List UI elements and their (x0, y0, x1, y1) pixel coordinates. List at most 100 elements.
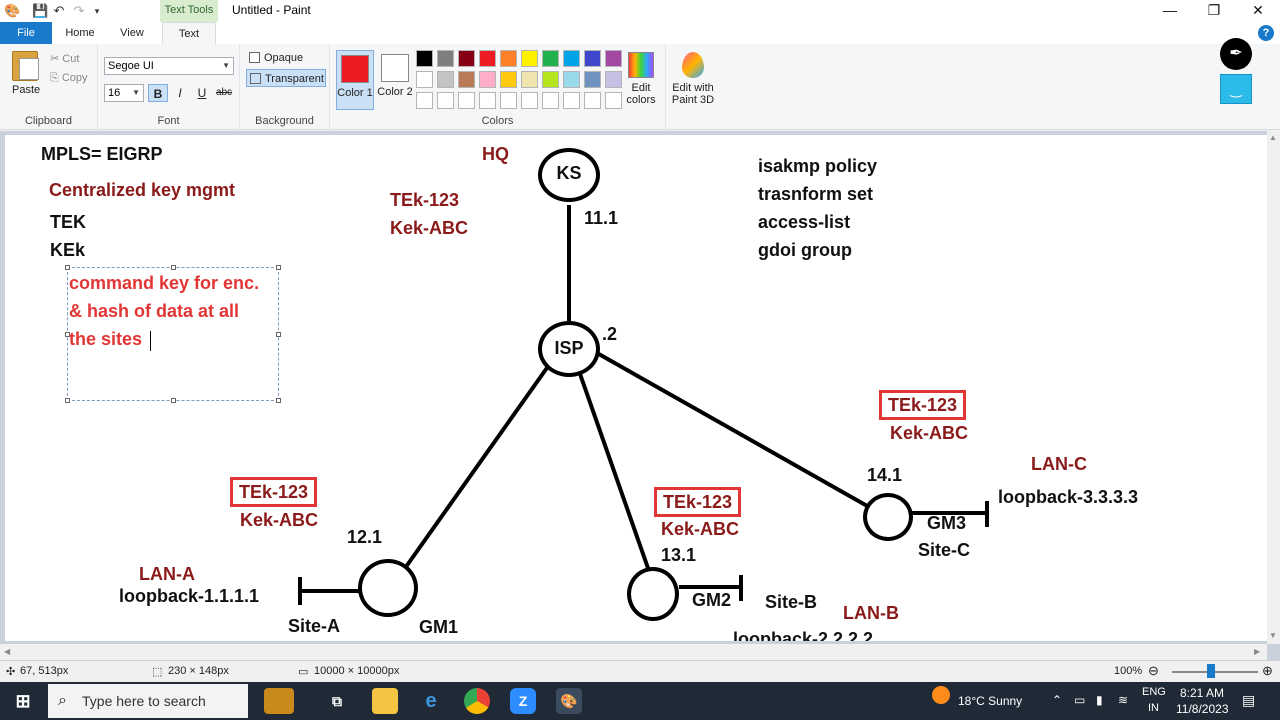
palette-color-swatch[interactable] (500, 50, 517, 67)
show-hidden-icons-icon[interactable]: ⌃ (1052, 693, 1062, 707)
overlay-app-icon[interactable]: ‿ (1220, 74, 1252, 104)
palette-color-swatch[interactable] (479, 92, 496, 109)
tab-text[interactable]: Text (162, 22, 216, 44)
weather-icon[interactable] (932, 686, 950, 704)
briefcase-icon[interactable] (264, 688, 294, 714)
scroll-up-icon[interactable]: ▲ (1269, 133, 1277, 142)
color1-button[interactable]: Color 1 (336, 50, 374, 110)
opaque-button[interactable]: Opaque (246, 49, 326, 67)
resize-handle[interactable] (171, 398, 176, 403)
horizontal-scrollbar[interactable]: ◀ ▶ (0, 644, 1267, 660)
zoom-app-icon[interactable]: Z (510, 688, 536, 714)
zoom-slider-thumb[interactable] (1207, 664, 1215, 678)
cut-button[interactable]: ✂ Cut (50, 52, 79, 65)
palette-color-swatch[interactable] (605, 71, 622, 88)
wifi-icon[interactable]: ≋ (1118, 693, 1128, 707)
drawing-canvas[interactable]: MPLS= EIGRP Centralized key mgmt TEK KEk… (5, 135, 1267, 641)
note-line-3[interactable]: the sites (69, 329, 142, 350)
palette-color-swatch[interactable] (416, 92, 433, 109)
customize-toolbar-icon[interactable]: ▾ (90, 4, 104, 18)
copy-button[interactable]: ⎘ Copy (50, 72, 88, 85)
paste-icon[interactable] (12, 51, 39, 81)
file-explorer-icon[interactable] (372, 688, 398, 714)
resize-handle[interactable] (171, 265, 176, 270)
palette-color-swatch[interactable] (563, 71, 580, 88)
chrome-icon[interactable] (464, 688, 490, 714)
network-icon[interactable]: ▭ (1074, 693, 1085, 707)
close-button[interactable]: ✕ (1236, 0, 1280, 22)
undo-icon[interactable]: ↶ (52, 4, 66, 18)
clock-date[interactable]: 11/8/2023 (1176, 702, 1229, 716)
palette-color-swatch[interactable] (542, 71, 559, 88)
palette-color-swatch[interactable] (458, 50, 475, 67)
paint-taskbar-icon[interactable]: 🎨 (556, 688, 582, 714)
palette-color-swatch[interactable] (584, 71, 601, 88)
taskbar-search-input[interactable]: ⌕ Type here to search (48, 684, 248, 718)
palette-color-swatch[interactable] (605, 50, 622, 67)
paste-button[interactable]: Paste (12, 84, 40, 96)
palette-color-swatch[interactable] (500, 92, 517, 109)
font-family-select[interactable]: Segoe UI ▼ (104, 57, 234, 75)
task-view-icon[interactable]: ⧉ (324, 688, 350, 714)
palette-color-swatch[interactable] (584, 50, 601, 67)
restore-button[interactable]: ❐ (1192, 0, 1236, 22)
palette-color-swatch[interactable] (542, 92, 559, 109)
note-line-2[interactable]: & hash of data at all (69, 301, 239, 322)
scroll-left-icon[interactable]: ◀ (4, 647, 10, 656)
zoom-out-icon[interactable]: ⊖ (1148, 663, 1159, 679)
bold-button[interactable]: B (148, 84, 168, 102)
edit-colors-button[interactable]: Edit colors (624, 50, 658, 106)
redo-icon[interactable]: ↷ (72, 4, 86, 18)
palette-color-swatch[interactable] (521, 50, 538, 67)
edge-icon[interactable]: e (418, 688, 444, 714)
palette-color-swatch[interactable] (563, 50, 580, 67)
help-icon[interactable]: ? (1258, 25, 1274, 41)
resize-handle[interactable] (65, 398, 70, 403)
color2-button[interactable]: Color 2 (376, 50, 414, 110)
windows-start-icon[interactable]: ⊞ (10, 688, 36, 714)
pen-tool-icon[interactable]: ✒ (1220, 38, 1252, 70)
tab-file[interactable]: File (0, 22, 52, 44)
palette-color-swatch[interactable] (563, 92, 580, 109)
palette-color-swatch[interactable] (521, 71, 538, 88)
zoom-in-icon[interactable]: ⊕ (1262, 663, 1273, 679)
palette-color-swatch[interactable] (458, 92, 475, 109)
transparent-button[interactable]: Transparent (246, 69, 326, 87)
palette-color-swatch[interactable] (479, 71, 496, 88)
palette-color-swatch[interactable] (437, 71, 454, 88)
edit-with-paint3d-button[interactable]: Edit with Paint 3D (670, 50, 716, 106)
scroll-right-icon[interactable]: ▶ (1254, 647, 1260, 656)
palette-color-swatch[interactable] (416, 71, 433, 88)
tab-home[interactable]: Home (58, 22, 102, 44)
palette-color-swatch[interactable] (458, 71, 475, 88)
strikethrough-button[interactable]: abc (214, 84, 234, 102)
resize-handle[interactable] (276, 332, 281, 337)
clock-time[interactable]: 8:21 AM (1180, 686, 1224, 700)
language-secondary[interactable]: IN (1148, 702, 1159, 714)
battery-icon[interactable]: ▮ (1096, 693, 1103, 707)
resize-handle[interactable] (276, 265, 281, 270)
palette-color-swatch[interactable] (416, 50, 433, 67)
note-line-1[interactable]: command key for enc. (69, 273, 259, 294)
palette-color-swatch[interactable] (500, 71, 517, 88)
language-primary[interactable]: ENG (1142, 686, 1166, 698)
scroll-down-icon[interactable]: ▼ (1269, 631, 1277, 640)
minimize-button[interactable]: — (1148, 0, 1192, 22)
resize-handle[interactable] (276, 398, 281, 403)
palette-color-swatch[interactable] (479, 50, 496, 67)
palette-color-swatch[interactable] (521, 92, 538, 109)
palette-color-swatch[interactable] (584, 92, 601, 109)
paint-app-icon[interactable]: 🎨 (4, 4, 20, 18)
tab-view[interactable]: View (110, 22, 154, 44)
palette-color-swatch[interactable] (437, 50, 454, 67)
zoom-slider[interactable] (1172, 671, 1258, 673)
font-size-select[interactable]: 16 ▼ (104, 84, 144, 102)
palette-color-swatch[interactable] (437, 92, 454, 109)
italic-button[interactable]: I (170, 84, 190, 102)
palette-color-swatch[interactable] (605, 92, 622, 109)
weather-text[interactable]: 18°C Sunny (958, 694, 1022, 708)
resize-handle[interactable] (65, 265, 70, 270)
save-icon[interactable]: 💾 (32, 4, 48, 18)
palette-color-swatch[interactable] (542, 50, 559, 67)
notifications-icon[interactable]: ▤ (1242, 692, 1255, 709)
